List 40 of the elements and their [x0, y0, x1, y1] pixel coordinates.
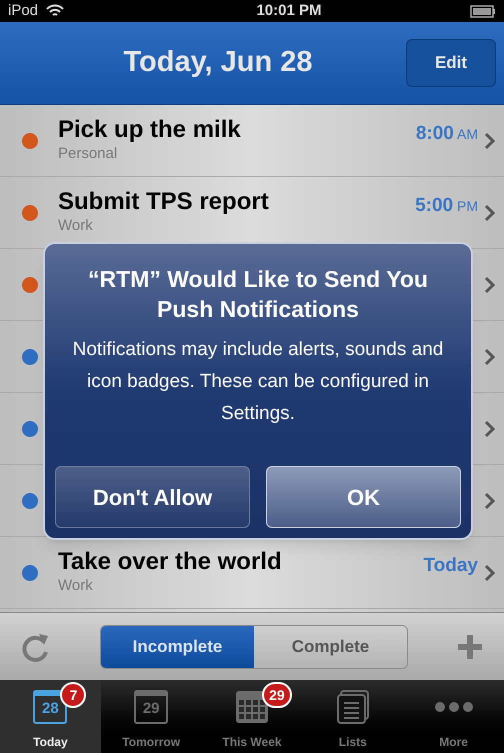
edit-button[interactable]: Edit — [406, 39, 496, 87]
more-icon — [434, 701, 474, 713]
clock: 10:01 PM — [255, 0, 323, 21]
carrier-label: iPod — [8, 0, 38, 21]
add-icon[interactable] — [456, 632, 484, 660]
chevron-icon — [484, 348, 496, 366]
battery-icon — [470, 4, 496, 18]
due-time: Today — [423, 554, 478, 578]
wifi-icon — [46, 4, 64, 18]
chevron-icon — [484, 276, 496, 294]
task-list-label: Work — [58, 217, 94, 235]
chevron-icon — [484, 204, 496, 222]
due-time: 5:00 PM — [415, 194, 478, 218]
tab-bar-item[interactable]: More — [403, 680, 504, 753]
task-list-label: Work — [58, 577, 94, 595]
alert-title: “RTM” Would Like to Send You Push Notifications — [87, 265, 429, 324]
calendar-icon: 29 — [134, 690, 168, 724]
segment-tab[interactable]: Incomplete — [101, 626, 254, 668]
count-badge: 29 — [262, 682, 292, 708]
tab-bar-item[interactable]: 29 Tomorrow — [100, 680, 202, 753]
chevron-icon — [484, 564, 496, 582]
task-title: Take over the world — [58, 547, 283, 577]
chevron-icon — [484, 492, 496, 510]
nav-title: Today, Jun 28 — [122, 45, 314, 80]
list-icon — [336, 690, 370, 724]
calendar-grid-icon — [234, 690, 269, 724]
task-title: Pick up the milk — [58, 115, 242, 145]
chevron-icon — [484, 132, 496, 150]
segment-tab[interactable]: Complete — [254, 626, 407, 668]
alert-button[interactable]: OK — [266, 466, 461, 528]
alert-button[interactable]: Don't Allow — [55, 466, 250, 528]
tab-bar-item[interactable]: This Week 29 — [202, 680, 302, 753]
tab-bar-item[interactable]: Lists — [302, 680, 404, 753]
tab-bar-item[interactable]: 28 Today 7 — [0, 680, 101, 753]
chevron-icon — [484, 420, 496, 438]
due-time: 8:00 AM — [416, 122, 478, 146]
task-list-label: Personal — [58, 145, 118, 163]
task-title: Submit TPS report — [58, 187, 270, 217]
alert-message: Notifications may include alerts, sounds and icon badges. These can be configured in Settings. — [72, 338, 444, 426]
count-badge: 7 — [60, 682, 86, 708]
